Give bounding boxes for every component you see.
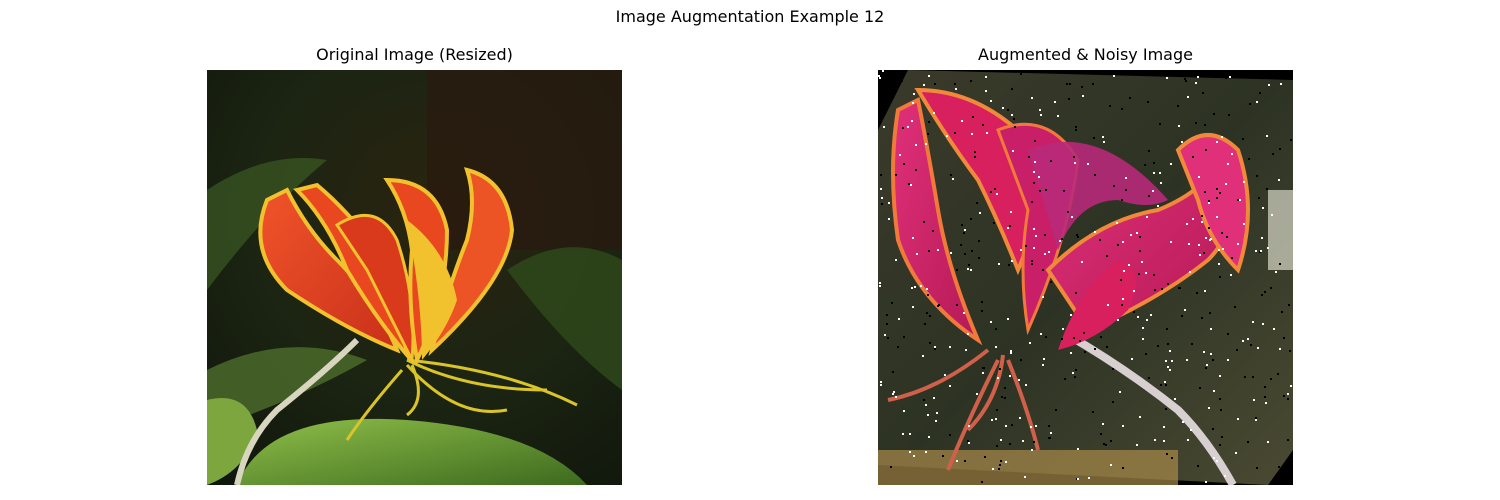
- original-image: [207, 70, 622, 485]
- augmented-image: [878, 70, 1293, 485]
- figure-suptitle: Image Augmentation Example 12: [615, 7, 885, 26]
- augmented-image-title: Augmented & Noisy Image: [978, 45, 1193, 64]
- original-image-title: Original Image (Resized): [316, 45, 513, 64]
